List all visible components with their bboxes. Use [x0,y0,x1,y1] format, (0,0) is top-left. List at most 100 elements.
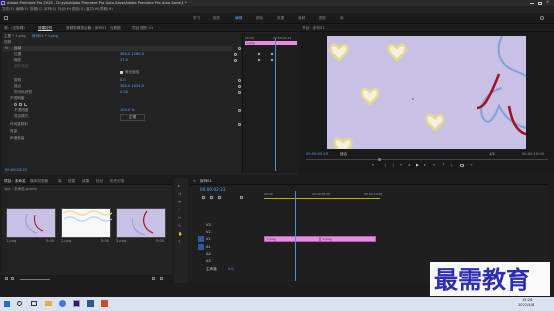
blend-mode-select[interactable]: 正常 [120,114,146,121]
param-rotation[interactable]: 旋转 0.0 [2,78,232,83]
param-volume[interactable]: 音量 [2,129,232,134]
linked-selection-icon[interactable] [210,196,213,199]
snap-icon[interactable] [202,196,205,199]
delete-icon[interactable] [160,277,163,280]
track-row-v2[interactable]: V2 [198,229,254,235]
browser-icon[interactable] [59,300,66,307]
pen-mask-icon[interactable] [24,103,27,106]
menu-graphics[interactable]: 图形(G) [72,7,85,12]
add-marker-icon[interactable]: ▾ [372,163,374,168]
rect-mask-icon[interactable] [19,103,22,106]
workspace-color[interactable]: 颜色 [256,16,263,21]
master-volume-value[interactable]: 0.0 [228,267,234,272]
menu-sequence[interactable]: 序列(S) [44,7,56,12]
reset-icon[interactable] [238,85,241,88]
stopwatch-icon[interactable] [234,53,237,56]
param-scale[interactable]: 缩放 27.0 [2,58,232,63]
ellipse-mask-icon[interactable] [14,103,17,106]
export-frame-icon[interactable] [460,164,464,167]
tab-source[interactable]: 源：(无剪辑) [4,26,25,31]
slip-icon[interactable]: ↔ [178,216,181,221]
param-anchor[interactable]: 锚点 360.0 1024.0 [2,84,232,89]
tab-project[interactable]: 项目：未命名 [4,179,26,184]
step-back-icon[interactable]: ◂ [408,163,410,168]
workspace-assembly[interactable]: 组件 [213,16,220,21]
icon-view-icon[interactable] [11,277,14,280]
timeline-close-icon[interactable]: ✕ [193,179,196,184]
tab-info[interactable]: 信息 [68,179,75,184]
reset-icon[interactable] [238,109,241,112]
program-preview-canvas[interactable] [327,36,526,149]
program-playhead[interactable] [378,157,381,161]
keyframe-playhead[interactable] [275,39,276,171]
param-blend-mode[interactable]: 混合模式 正常 [2,114,232,121]
motion-row[interactable]: fx 运动 [2,46,232,51]
timeline-clip[interactable]: 1.png [264,236,320,242]
param-position[interactable]: 位置 360.0 1280.0 [2,52,232,57]
button-editor-icon[interactable]: + [470,163,473,168]
keyframe-marker[interactable] [270,52,274,56]
param-time-remap[interactable]: 时间重映射 [2,122,232,127]
close-icon[interactable]: ✕ [546,0,549,5]
param-uniform-scale[interactable]: 等比缩放 [2,70,232,75]
param-anti-flicker[interactable]: 防闪烁滤镜 0.00 [2,90,232,95]
param-value[interactable]: 0.0 [120,78,126,83]
param-value[interactable]: 360.0 1280.0 [120,52,144,57]
play-icon[interactable]: ▶ [416,163,419,168]
param-channel-volume[interactable]: 声道音量 [2,136,232,141]
tab-effects[interactable]: 效果 [82,179,89,184]
stopwatch-icon[interactable] [234,59,237,62]
menu-edit[interactable]: 编辑(E) [16,7,28,12]
param-opacity[interactable]: 不透明度 100.0 % [2,108,232,113]
quality-select[interactable]: 1/2 [489,152,495,157]
maximize-icon[interactable] [538,1,542,5]
type-icon[interactable]: T [178,240,180,245]
param-value[interactable]: 27.0 [120,58,128,63]
menu-file[interactable]: 文件(F) [2,7,14,12]
search-icon[interactable] [17,301,22,306]
tab-audio-mixer[interactable]: 音频剪辑混合器：序列01 [66,26,107,31]
reset-icon[interactable] [238,123,241,126]
task-view-icon[interactable] [31,301,37,306]
timeline-tab[interactable]: 序列01 [200,179,212,184]
hand-icon[interactable]: ✋ [178,232,182,237]
param-value[interactable]: 100.0 % [120,108,135,113]
step-forward-icon[interactable]: ▸ [424,163,426,168]
tab-markers[interactable]: 标记 [96,179,103,184]
word-icon[interactable] [87,300,94,307]
source-patch-v1[interactable] [198,236,204,242]
timeline-clip[interactable]: 2.png [320,236,376,242]
selection-tool-icon[interactable]: ▸ [178,184,180,189]
taskbar-date[interactable]: 2022/4/8 [518,303,534,308]
mark-in-icon[interactable]: { [384,163,386,168]
reset-icon[interactable] [238,47,241,50]
tab-media-browser[interactable]: 媒体浏览器 [30,179,48,184]
menu-marker[interactable]: 标记(M) [58,7,71,12]
media-thumbnail[interactable] [116,208,166,238]
file-explorer-icon[interactable] [45,301,52,306]
tab-libraries[interactable]: 库 [58,179,62,184]
keyframe-area[interactable]: 00:00 00:00:04:23 1.png [242,33,298,173]
workspace-audio[interactable]: 音频 [298,16,305,21]
media-thumbnail[interactable] [61,208,113,238]
program-scrubber[interactable] [306,157,548,161]
tab-history[interactable]: 历史记录 [110,179,124,184]
media-app-icon[interactable] [101,300,108,307]
fit-select[interactable]: 适合 [340,152,347,157]
go-to-in-icon[interactable]: ⇤ [400,163,403,168]
workspace-libraries[interactable]: 库 [340,16,344,21]
wrench-icon[interactable] [240,196,243,199]
track-row-a1[interactable]: A1 [198,244,254,250]
keyframe-marker[interactable] [270,58,274,62]
keyframe-marker[interactable] [257,52,261,56]
extract-icon[interactable]: ⇣ [450,163,453,168]
menu-clip[interactable]: 剪辑(C) [30,7,43,12]
media-thumbnail[interactable] [6,208,56,238]
list-view-icon[interactable] [5,277,8,280]
keyframe-clip-bar[interactable]: 1.png [245,41,297,45]
track-row-a3[interactable]: A3 [198,258,254,264]
search-icon[interactable] [540,16,544,20]
track-row-v1[interactable]: V1 [198,236,254,242]
track-row-v3[interactable]: V3 [198,222,254,228]
add-marker-icon[interactable] [218,196,221,199]
